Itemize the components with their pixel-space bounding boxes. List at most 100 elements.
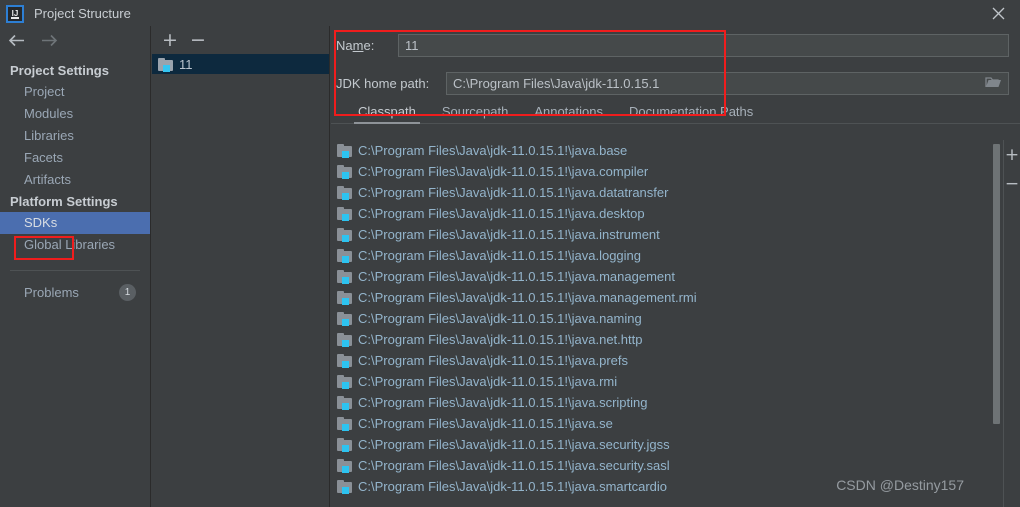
table-row[interactable]: C:\Program Files\Java\jdk-11.0.15.1!\jav… (331, 308, 991, 329)
list-item[interactable]: 11 (152, 54, 329, 74)
module-folder-icon (337, 417, 352, 431)
table-row[interactable]: C:\Program Files\Java\jdk-11.0.15.1!\jav… (331, 140, 991, 161)
module-folder-icon (337, 291, 352, 305)
sidebar-item-sdks[interactable]: SDKs (0, 212, 150, 234)
sidebar-item-artifacts[interactable]: Artifacts (0, 169, 150, 191)
navigation-arrows (0, 26, 150, 54)
table-row[interactable]: C:\Program Files\Java\jdk-11.0.15.1!\jav… (331, 350, 991, 371)
name-input-value: 11 (405, 37, 419, 53)
jdk-home-path-input[interactable]: C:\Program Files\Java\jdk-11.0.15.1 (446, 71, 1009, 95)
jdk-home-path-value: C:\Program Files\Java\jdk-11.0.15.1 (453, 75, 660, 91)
module-folder-icon (337, 480, 352, 494)
sidebar-group-platform-settings: Platform Settings (10, 194, 118, 209)
tab-sourcepath[interactable]: Sourcepath (429, 104, 522, 123)
classpath-entry-label: C:\Program Files\Java\jdk-11.0.15.1!\jav… (358, 374, 618, 389)
jdk-home-path-row: JDK home path: C:\Program Files\Java\jdk… (331, 64, 1020, 102)
module-folder-icon (337, 354, 352, 368)
sdk-name-label: 11 (179, 56, 193, 72)
sidebar-item-problems-label: Problems (24, 285, 79, 300)
folder-browse-icon[interactable] (985, 76, 1002, 89)
table-row[interactable]: C:\Program Files\Java\jdk-11.0.15.1!\jav… (331, 413, 991, 434)
classpath-entry-label: C:\Program Files\Java\jdk-11.0.15.1!\jav… (358, 353, 628, 368)
classpath-entry-label: C:\Program Files\Java\jdk-11.0.15.1!\jav… (358, 206, 645, 221)
module-folder-icon (337, 186, 352, 200)
classpath-entry-label: C:\Program Files\Java\jdk-11.0.15.1!\jav… (358, 248, 642, 263)
classpath-toolbar: + − (1003, 140, 1020, 507)
sdk-list-toolbar: + − (152, 26, 329, 54)
module-folder-icon (337, 270, 352, 284)
jdk-home-path-label: JDK home path: (336, 75, 430, 91)
intellij-idea-logo-icon: IJ (6, 4, 24, 23)
settings-sidebar: Project Settings Project Modules Librari… (0, 26, 151, 507)
table-row[interactable]: C:\Program Files\Java\jdk-11.0.15.1!\jav… (331, 455, 991, 476)
table-row[interactable]: C:\Program Files\Java\jdk-11.0.15.1!\jav… (331, 287, 991, 308)
module-folder-icon (337, 207, 352, 221)
remove-sdk-button[interactable]: − (190, 30, 206, 50)
classpath-entry-label: C:\Program Files\Java\jdk-11.0.15.1!\jav… (358, 416, 613, 431)
classpath-entry-label: C:\Program Files\Java\jdk-11.0.15.1!\jav… (358, 290, 697, 305)
classpath-entry-label: C:\Program Files\Java\jdk-11.0.15.1!\jav… (358, 311, 642, 326)
arrow-right-icon[interactable] (41, 34, 58, 47)
classpath-scrollbar-thumb[interactable] (993, 144, 1000, 424)
arrow-left-icon[interactable] (8, 34, 25, 47)
sidebar-item-global-libraries[interactable]: Global Libraries (0, 234, 150, 256)
classpath-entry-label: C:\Program Files\Java\jdk-11.0.15.1!\jav… (358, 332, 643, 347)
table-row[interactable]: C:\Program Files\Java\jdk-11.0.15.1!\jav… (331, 476, 991, 497)
add-sdk-button[interactable]: + (162, 30, 178, 50)
title-bar: IJ Project Structure (0, 0, 1020, 26)
table-row[interactable]: C:\Program Files\Java\jdk-11.0.15.1!\jav… (331, 371, 991, 392)
module-folder-icon (337, 438, 352, 452)
name-field-label: Name: (336, 37, 375, 53)
classpath-entry-label: C:\Program Files\Java\jdk-11.0.15.1!\jav… (358, 269, 675, 284)
settings-tree: Project Settings Project Modules Librari… (0, 54, 150, 304)
classpath-entry-label: C:\Program Files\Java\jdk-11.0.15.1!\jav… (358, 164, 649, 179)
module-folder-icon (337, 333, 352, 347)
details-tabs: Classpath Sourcepath Annotations Documen… (331, 102, 1020, 124)
sdk-listbox: 11 (152, 54, 329, 74)
table-row[interactable]: C:\Program Files\Java\jdk-11.0.15.1!\jav… (331, 329, 991, 350)
sidebar-group-project-settings: Project Settings (10, 63, 109, 78)
table-row[interactable]: C:\Program Files\Java\jdk-11.0.15.1!\jav… (331, 161, 991, 182)
close-icon[interactable] (976, 0, 1020, 26)
module-folder-icon (337, 249, 352, 263)
classpath-entry-label: C:\Program Files\Java\jdk-11.0.15.1!\jav… (358, 185, 669, 200)
tab-classpath[interactable]: Classpath (345, 104, 429, 124)
classpath-entry-label: C:\Program Files\Java\jdk-11.0.15.1!\jav… (358, 395, 648, 410)
table-row[interactable]: C:\Program Files\Java\jdk-11.0.15.1!\jav… (331, 434, 991, 455)
table-row[interactable]: C:\Program Files\Java\jdk-11.0.15.1!\jav… (331, 224, 991, 245)
classpath-entry-label: C:\Program Files\Java\jdk-11.0.15.1!\jav… (358, 479, 667, 494)
table-row[interactable]: C:\Program Files\Java\jdk-11.0.15.1!\jav… (331, 203, 991, 224)
window-title: Project Structure (34, 5, 131, 21)
jdk-folder-icon (158, 57, 173, 72)
module-folder-icon (337, 396, 352, 410)
table-row[interactable]: C:\Program Files\Java\jdk-11.0.15.1!\jav… (331, 245, 991, 266)
sidebar-item-project[interactable]: Project (0, 81, 150, 103)
name-row: Name: 11 (331, 26, 1020, 64)
module-folder-icon (337, 312, 352, 326)
sidebar-item-libraries[interactable]: Libraries (0, 125, 150, 147)
classpath-entry-label: C:\Program Files\Java\jdk-11.0.15.1!\jav… (358, 143, 628, 158)
classpath-entry-label: C:\Program Files\Java\jdk-11.0.15.1!\jav… (358, 227, 660, 242)
classpath-list: C:\Program Files\Java\jdk-11.0.15.1!\jav… (331, 140, 991, 507)
add-classpath-button[interactable]: + (1004, 146, 1020, 165)
name-input[interactable]: 11 (398, 33, 1009, 57)
tab-annotations[interactable]: Annotations (521, 104, 616, 123)
sdk-list-panel: + − 11 (152, 26, 330, 507)
project-structure-dialog: IJ Project Structure Project Settings Pr… (0, 0, 1020, 507)
module-folder-icon (337, 459, 352, 473)
sidebar-item-facets[interactable]: Facets (0, 147, 150, 169)
sidebar-item-problems[interactable]: Problems 1 (0, 281, 150, 304)
classpath-entry-label: C:\Program Files\Java\jdk-11.0.15.1!\jav… (358, 458, 670, 473)
sidebar-item-modules[interactable]: Modules (0, 103, 150, 125)
table-row[interactable]: C:\Program Files\Java\jdk-11.0.15.1!\jav… (331, 266, 991, 287)
module-folder-icon (337, 375, 352, 389)
classpath-entry-label: C:\Program Files\Java\jdk-11.0.15.1!\jav… (358, 437, 670, 452)
sdk-details-pane: Name: 11 JDK home path: C:\Program Files… (331, 26, 1020, 507)
classpath-scrollbar[interactable] (991, 140, 1002, 507)
problems-count-badge: 1 (119, 284, 136, 301)
remove-classpath-button[interactable]: − (1004, 175, 1020, 194)
tab-documentation-paths[interactable]: Documentation Paths (616, 104, 766, 123)
table-row[interactable]: C:\Program Files\Java\jdk-11.0.15.1!\jav… (331, 182, 991, 203)
table-row[interactable]: C:\Program Files\Java\jdk-11.0.15.1!\jav… (331, 392, 991, 413)
module-folder-icon (337, 228, 352, 242)
